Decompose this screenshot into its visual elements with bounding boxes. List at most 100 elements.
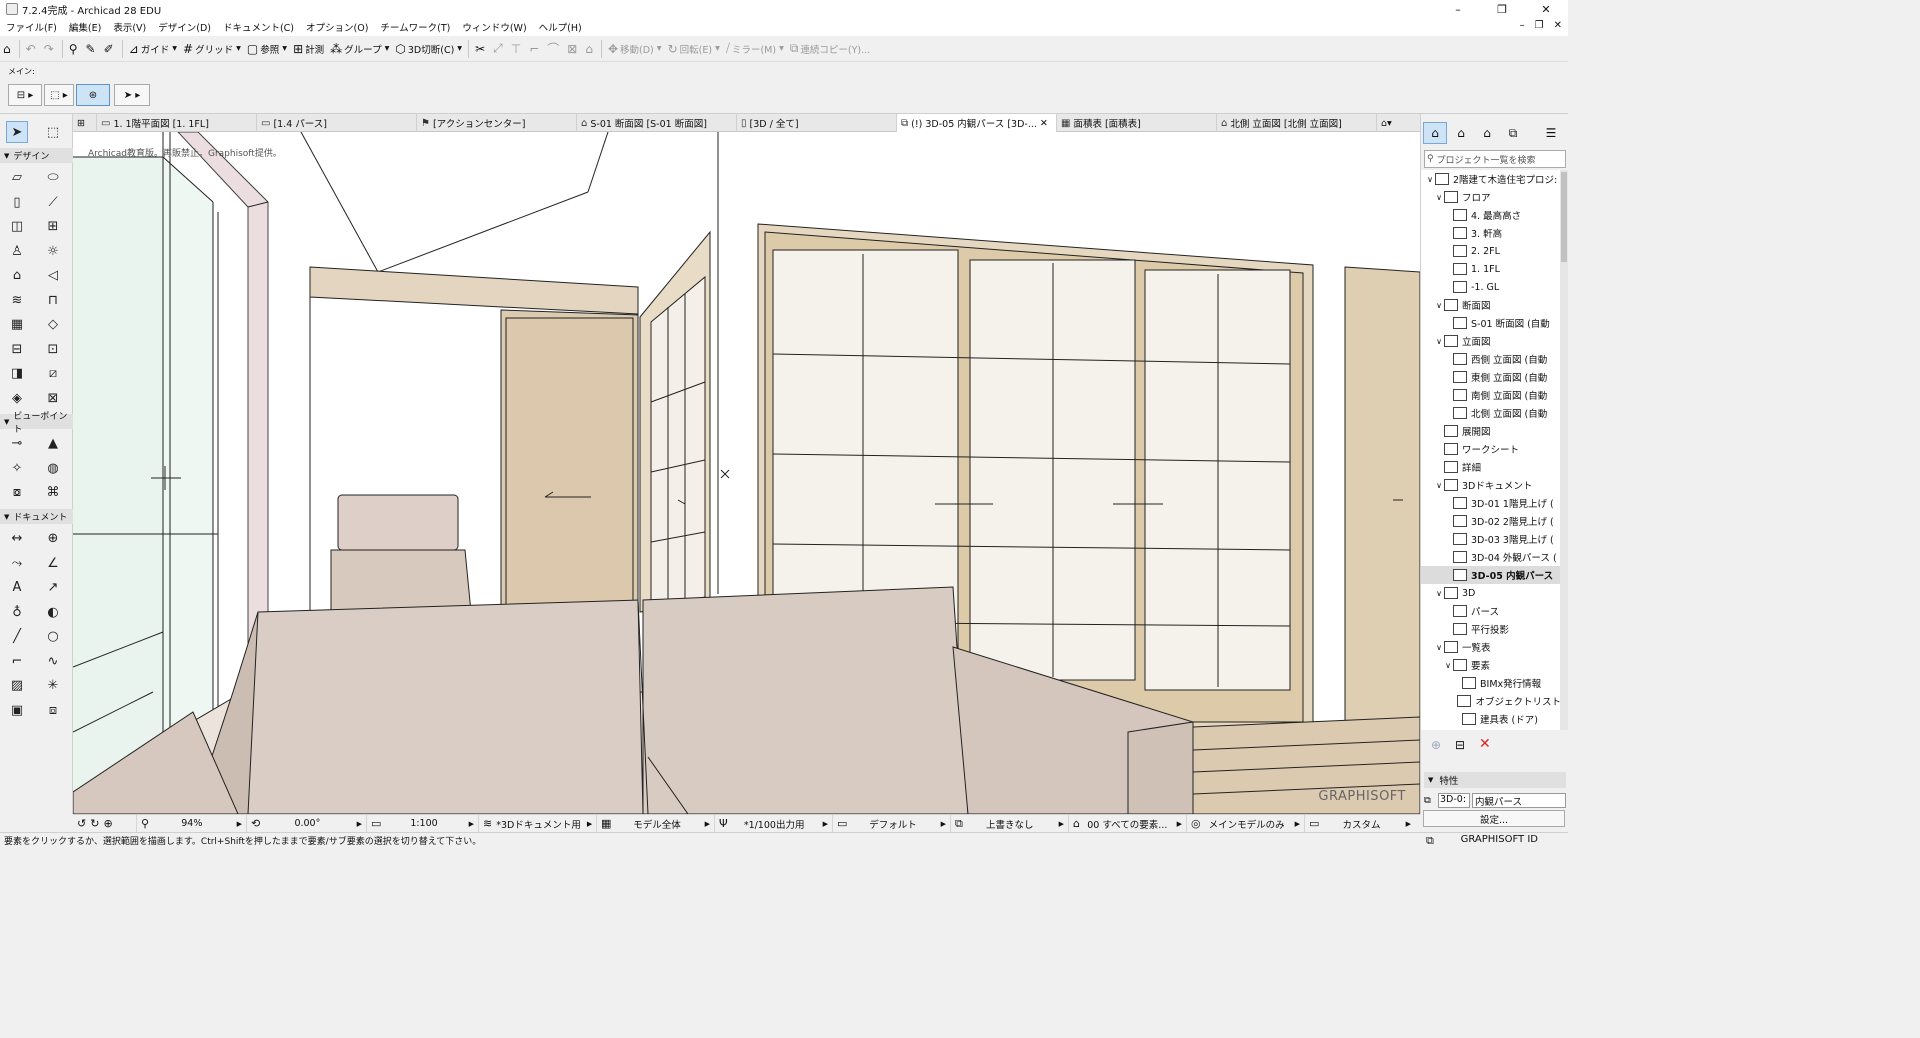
tree-item[interactable]: ∨ 要素 <box>1421 656 1561 674</box>
delete-icon[interactable]: ✕ <box>1479 736 1491 752</box>
undo-icon[interactable]: ↶ <box>23 38 41 60</box>
tab-overview-icon[interactable]: ⊞ <box>73 114 97 132</box>
tab-floorplan[interactable]: ▭ 1. 1階平面図 [1. 1FL] <box>97 114 257 132</box>
tab-close-icon[interactable]: ✕ <box>1040 118 1048 129</box>
zoom-level[interactable]: ⚲ 94% ▶ <box>137 814 247 833</box>
home-icon[interactable]: ⌂ <box>0 38 16 60</box>
hatch-tool-icon[interactable]: ▨ <box>6 674 28 696</box>
tree-item[interactable]: パース <box>1421 602 1561 620</box>
syringe-icon[interactable]: ✐ <box>101 38 119 60</box>
hotspot-tool-icon[interactable]: ✳ <box>42 674 64 696</box>
view-settings-icon[interactable]: ⊟ <box>1455 738 1465 752</box>
view-name-field[interactable]: 内観パース <box>1472 792 1566 808</box>
tree-item[interactable]: 2. 2FL <box>1421 242 1561 260</box>
text-tool-icon[interactable]: A <box>6 576 28 598</box>
roof-tool-icon[interactable]: ⌂ <box>6 264 28 286</box>
menu-file[interactable]: ファイル(F) <box>0 20 63 34</box>
drawing-tool-icon[interactable]: ⧈ <box>42 699 64 721</box>
tree-item[interactable]: 3D-03 3階見上げ ( <box>1421 530 1561 548</box>
tab-action-center[interactable]: ⚑ [アクションセンター] <box>417 114 577 132</box>
tab-section[interactable]: ⌂ S-01 断面図 [S-01 断面図] <box>577 114 737 132</box>
figure-tool-icon[interactable]: ▣ <box>6 699 28 721</box>
settings-button[interactable]: 設定... <box>1423 810 1565 827</box>
tree-item[interactable]: -1. GL <box>1421 278 1561 296</box>
display-selector[interactable]: ▭ デフォルト ▶ <box>833 814 951 833</box>
tree-item[interactable]: S-01 断面図 (自動 <box>1421 314 1561 332</box>
reference-button[interactable]: ▢ 参照 ▾ <box>244 38 290 60</box>
renovation-filter-selector[interactable]: ⌂ 00 すべての要素... ▶ <box>1069 814 1187 833</box>
toolbox-group-design[interactable]: ▼ デザイン <box>0 148 73 163</box>
graphic-override-selector[interactable]: ⧉ 上書きなし ▶ <box>951 814 1069 833</box>
angle-dimension-tool-icon[interactable]: ∠ <box>42 552 64 574</box>
elevation-tool-icon[interactable]: ▲ <box>42 432 64 454</box>
tab-3d-document[interactable]: ⧉ (!) 3D-05 内観パース [3D-... ✕ <box>897 114 1057 132</box>
menu-view[interactable]: 表示(V) <box>107 20 152 34</box>
tree-item[interactable]: 展開図 <box>1421 422 1561 440</box>
stair-tool-icon[interactable]: ≋ <box>6 289 28 311</box>
polyline-tool-icon[interactable]: ⌐ <box>6 650 28 672</box>
chevron-down-icon[interactable]: ∨ <box>1434 337 1444 346</box>
chevron-down-icon[interactable]: ∨ <box>1434 301 1444 310</box>
model-view-selector[interactable]: ▦ モデル全体 ▶ <box>597 814 715 833</box>
tree-scrollbar[interactable] <box>1560 170 1568 730</box>
dimension-tool-icon[interactable]: ↔ <box>6 527 28 549</box>
scissors-icon[interactable]: ✂ <box>472 38 490 60</box>
tree-item[interactable]: 1. 1FL <box>1421 260 1561 278</box>
marquee-method-button[interactable]: ⬚ ▸ <box>44 84 74 106</box>
wall-tool-icon[interactable]: ▱ <box>6 166 28 188</box>
tree-item[interactable]: ∨ 3D <box>1421 584 1561 602</box>
redo-zoom-icon[interactable]: ↻ <box>90 817 99 830</box>
navigator-menu-icon[interactable]: ☰ <box>1539 122 1563 144</box>
move-button[interactable]: ✥ 移動(D) ▾ <box>605 38 665 60</box>
tree-item[interactable]: 建具表 (ドア) <box>1421 710 1561 728</box>
project-search-input[interactable]: ⚲ プロジェクト一覧を検索 <box>1424 150 1566 168</box>
layout-book-icon[interactable]: ⌂ <box>1475 122 1499 144</box>
arrow-tool-icon[interactable]: ➤ <box>6 121 28 143</box>
tree-item[interactable]: 3D-05 内観パース <box>1421 566 1561 584</box>
zoom-in-icon[interactable]: ⊕ <box>103 817 112 830</box>
circle-tool-icon[interactable]: ○ <box>42 625 64 647</box>
tab-perspective[interactable]: ▭ [1.4 パース] <box>257 114 417 132</box>
chevron-down-icon[interactable]: ∨ <box>1434 481 1444 490</box>
level-dimension-tool-icon[interactable]: ⤳ <box>6 552 28 574</box>
3d-viewport[interactable]: Archicad教育版。再販禁止。Graphisoft提供。 GRAPHISOF… <box>73 132 1420 814</box>
tab-3d[interactable]: ▯ [3D / 全て] <box>737 114 897 132</box>
mirror-button[interactable]: ⧸ ミラー(M) ▾ <box>723 38 787 60</box>
minimize-button[interactable]: – <box>1436 0 1480 18</box>
tree-item[interactable]: 南側 立面図 (自動 <box>1421 386 1561 404</box>
rotate-button[interactable]: ↻ 回転(E) ▾ <box>665 38 723 60</box>
chevron-down-icon[interactable]: ∨ <box>1434 643 1444 652</box>
tree-item[interactable]: 東側 立面図 (自動 <box>1421 368 1561 386</box>
menu-help[interactable]: ヘルプ(H) <box>533 20 588 34</box>
beam-tool-icon[interactable]: ⟋ <box>42 191 64 213</box>
morph-tool-icon[interactable]: ◇ <box>42 313 64 335</box>
chevron-down-icon[interactable]: ∨ <box>1443 661 1453 670</box>
view-id-field[interactable]: 3D-0: <box>1438 792 1470 808</box>
graphisoft-id-button[interactable]: GRAPHISOFT ID <box>1461 834 1538 845</box>
section-tool-icon[interactable]: ⊸ <box>6 432 28 454</box>
label-tool-icon[interactable]: ↗ <box>42 576 64 598</box>
menu-window[interactable]: ウィンドウ(W) <box>456 20 532 34</box>
doc-minimize-button[interactable]: – <box>1520 20 1525 31</box>
tree-item[interactable]: オブジェクトリスト <box>1421 692 1561 710</box>
menu-edit[interactable]: 編集(E) <box>63 20 107 34</box>
spline-tool-icon[interactable]: ∿ <box>42 650 64 672</box>
redo-icon[interactable]: ↷ <box>41 38 59 60</box>
multiply-button[interactable]: ⧉ 連続コピー(Y)... <box>787 38 873 60</box>
selection-method-button[interactable]: ⊟ ▸ <box>8 84 42 106</box>
doc-close-button[interactable]: ✕ <box>1554 20 1562 31</box>
camera-tool-icon[interactable]: ⌘ <box>42 481 64 503</box>
add-icon[interactable]: ⊕ <box>1431 738 1441 752</box>
object-tool-icon[interactable]: ♙ <box>6 240 28 262</box>
worksheet-tool-icon[interactable]: ◍ <box>42 457 64 479</box>
fillet-icon[interactable]: ⌐ <box>526 38 544 60</box>
opening-tool-icon[interactable]: ◨ <box>6 362 28 384</box>
tree-item[interactable]: 3D-01 1階見上げ ( <box>1421 494 1561 512</box>
zoom-controls[interactable]: ↺ ↻ ⊕ <box>73 814 137 833</box>
window-tool-icon[interactable]: ⊞ <box>42 215 64 237</box>
menu-teamwork[interactable]: チームワーク(T) <box>374 20 456 34</box>
skylight-tool-icon[interactable]: ⧄ <box>42 362 64 384</box>
tree-item[interactable]: 3. 軒高 <box>1421 224 1561 242</box>
tree-item[interactable]: ∨ 2階建て木造住宅プロジ: <box>1421 170 1561 188</box>
tree-item[interactable]: ワークシート <box>1421 440 1561 458</box>
